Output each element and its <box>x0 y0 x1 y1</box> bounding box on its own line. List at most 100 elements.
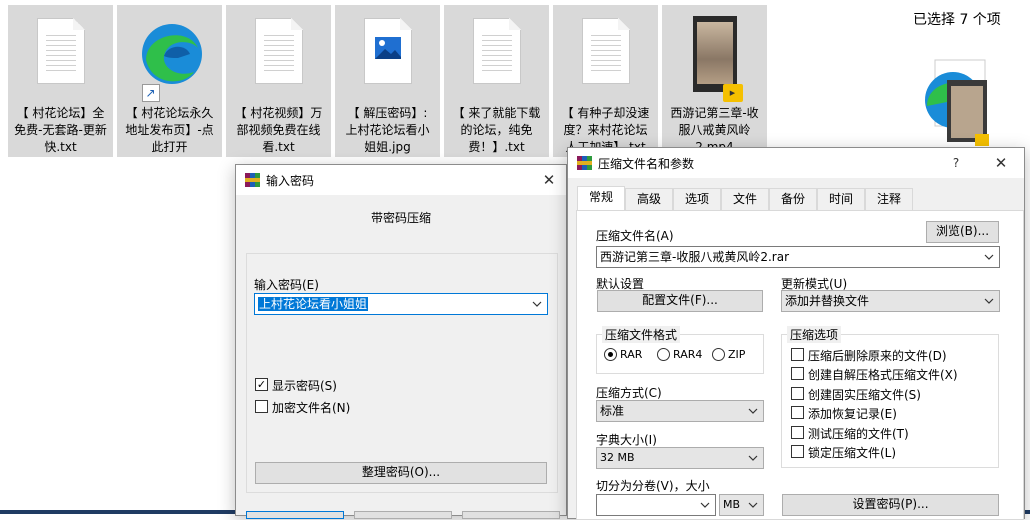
split-unit-text: MB <box>723 498 741 511</box>
option-recovery-record[interactable]: 添加恢复记录(E) <box>791 405 991 421</box>
chevron-down-icon <box>748 502 758 508</box>
file-label: 【 解压密码】: 上村花论坛看小姐姐.jpg <box>345 106 430 154</box>
password-label: 输入密码(E) <box>254 278 319 292</box>
checkbox-icon <box>791 406 804 419</box>
show-password-checkbox[interactable]: ✓ 显示密码(S) <box>255 377 375 393</box>
set-password-button[interactable]: 设置密码(P)... <box>782 494 999 516</box>
radio-rar4-label: RAR4 <box>673 348 703 361</box>
archive-name-input[interactable]: 西游记第三章-收服八戒黄风岭2.rar <box>596 246 1000 268</box>
chevron-down-icon <box>748 455 758 461</box>
checkbox-icon: ✓ <box>255 378 268 391</box>
options-group-label: 压缩选项 <box>787 326 842 343</box>
radio-rar-label: RAR <box>620 348 643 361</box>
option-lock-archive[interactable]: 锁定压缩文件(L) <box>791 444 991 460</box>
method-label: 压缩方式(C) <box>596 386 662 400</box>
file-label: 【 村花论坛永久地址发布页】-点此打开 <box>125 106 214 154</box>
dict-size-select[interactable]: 32 MB <box>596 447 764 469</box>
close-icon[interactable]: ✕ <box>990 152 1012 174</box>
help-button-partial[interactable] <box>462 511 560 519</box>
option-label: 创建固实压缩文件(S) <box>808 388 921 402</box>
password-input[interactable]: 上村花论坛看小姐姐 <box>254 293 548 315</box>
tab-files[interactable]: 文件 <box>721 188 769 210</box>
checkbox-icon <box>255 400 268 413</box>
tab-advanced[interactable]: 高级 <box>625 188 673 210</box>
file-label: 【 村花视频】万部视频免费在线看.txt <box>234 106 323 154</box>
archive-dialog-titlebar: 压缩文件名和参数 ? ✕ <box>568 148 1024 178</box>
option-sfx[interactable]: 创建自解压格式压缩文件(X) <box>791 366 991 382</box>
option-label: 锁定压缩文件(L) <box>808 446 897 460</box>
organize-passwords-button[interactable]: 整理密码(O)... <box>255 462 547 484</box>
file-tile-3[interactable]: 【 村花视频】万部视频免费在线看.txt <box>226 5 331 157</box>
checkbox-icon <box>791 367 804 380</box>
format-group-label: 压缩文件格式 <box>602 326 681 343</box>
edge-shortcut-icon: ↗ <box>138 14 202 102</box>
tab-backup[interactable]: 备份 <box>769 188 817 210</box>
ok-button-partial[interactable] <box>246 511 344 519</box>
option-solid[interactable]: 创建固实压缩文件(S) <box>791 386 991 402</box>
archive-name-label: 压缩文件名(A) <box>596 229 674 243</box>
text-file-icon <box>574 14 638 102</box>
checkbox-icon <box>791 426 804 439</box>
winrar-icon <box>245 173 260 187</box>
profiles-button[interactable]: 配置文件(F)... <box>597 290 763 312</box>
shortcut-arrow-icon: ↗ <box>141 84 160 102</box>
close-icon[interactable]: ✕ <box>538 169 560 191</box>
checkbox-icon <box>791 348 804 361</box>
option-label: 创建自解压格式压缩文件(X) <box>808 368 958 382</box>
tab-time[interactable]: 时间 <box>817 188 865 210</box>
tab-comment[interactable]: 注释 <box>865 188 913 210</box>
tab-general[interactable]: 常规 <box>577 186 625 212</box>
file-tile-5[interactable]: 【 来了就能下载的论坛，纯免费！】.txt <box>444 5 549 157</box>
text-file-icon <box>465 14 529 102</box>
update-mode-text: 添加并替换文件 <box>785 294 870 308</box>
stacked-files-preview-icon <box>913 56 1003 148</box>
image-file-icon <box>356 14 420 102</box>
video-file-icon: ▶ <box>683 14 747 102</box>
password-dialog-subtitle: 带密码压缩 <box>371 211 432 225</box>
help-icon[interactable]: ? <box>945 152 967 174</box>
file-tile-4[interactable]: 【 解压密码】: 上村花论坛看小姐姐.jpg <box>335 5 440 157</box>
chevron-down-icon[interactable] <box>699 495 711 515</box>
selection-status: 已选择 7 个项 <box>913 12 1001 28</box>
archive-dialog-title: 压缩文件名和参数 <box>598 157 695 171</box>
encrypt-filenames-checkbox[interactable]: 加密文件名(N) <box>255 399 375 415</box>
file-tile-7[interactable]: ▶ 西游记第三章-收服八戒黄风岭2.mp4 <box>662 5 767 157</box>
text-file-icon <box>29 14 93 102</box>
option-test-files[interactable]: 测试压缩的文件(T) <box>791 425 991 441</box>
radio-rar4[interactable] <box>657 348 670 361</box>
method-select[interactable]: 标准 <box>596 400 764 422</box>
chevron-down-icon[interactable] <box>531 294 543 314</box>
file-tile-2[interactable]: ↗ 【 村花论坛永久地址发布页】-点此打开 <box>117 5 222 157</box>
dict-size-label: 字典大小(I) <box>596 433 657 447</box>
chevron-down-icon[interactable] <box>983 247 995 267</box>
option-label: 添加恢复记录(E) <box>808 407 897 421</box>
split-unit-select[interactable]: MB <box>719 494 764 516</box>
tab-options[interactable]: 选项 <box>673 188 721 210</box>
video-player-icon: ▶ <box>722 84 743 102</box>
text-file-icon <box>247 14 311 102</box>
dict-size-text: 32 MB <box>600 451 635 464</box>
chevron-down-icon <box>984 298 994 304</box>
option-label: 压缩后删除原来的文件(D) <box>808 349 947 363</box>
file-label: 【 来了就能下载的论坛，纯免费！】.txt <box>452 106 541 154</box>
update-mode-select[interactable]: 添加并替换文件 <box>781 290 1000 312</box>
radio-zip[interactable] <box>712 348 725 361</box>
password-dialog-titlebar: 输入密码 ✕ <box>236 165 566 195</box>
checkbox-icon <box>791 445 804 458</box>
file-tile-1[interactable]: 【 村花论坛】全免费-无套路-更新快.txt <box>8 5 113 157</box>
chevron-down-icon <box>748 408 758 414</box>
option-delete-after[interactable]: 压缩后删除原来的文件(D) <box>791 347 991 363</box>
file-tile-6[interactable]: 【 有种子却没速度？来村花论坛人工加速】.txt <box>553 5 658 157</box>
split-size-input[interactable] <box>596 494 716 516</box>
radio-rar[interactable] <box>604 348 617 361</box>
encrypt-filenames-label: 加密文件名(N) <box>272 401 351 415</box>
file-label: 【 村花论坛】全免费-无套路-更新快.txt <box>14 106 107 154</box>
radio-zip-label: ZIP <box>728 348 746 361</box>
method-text: 标准 <box>600 404 625 418</box>
show-password-label: 显示密码(S) <box>272 379 337 393</box>
password-text: 上村花论坛看小姐姐 <box>258 297 369 311</box>
browse-button[interactable]: 浏览(B)... <box>926 221 999 243</box>
cancel-button-partial[interactable] <box>354 511 452 519</box>
archive-name-text: 西游记第三章-收服八戒黄风岭2.rar <box>600 250 790 264</box>
password-dialog: 输入密码 ✕ 带密码压缩 输入密码(E) 上村花论坛看小姐姐 ✓ 显示密码(S)… <box>235 164 567 519</box>
